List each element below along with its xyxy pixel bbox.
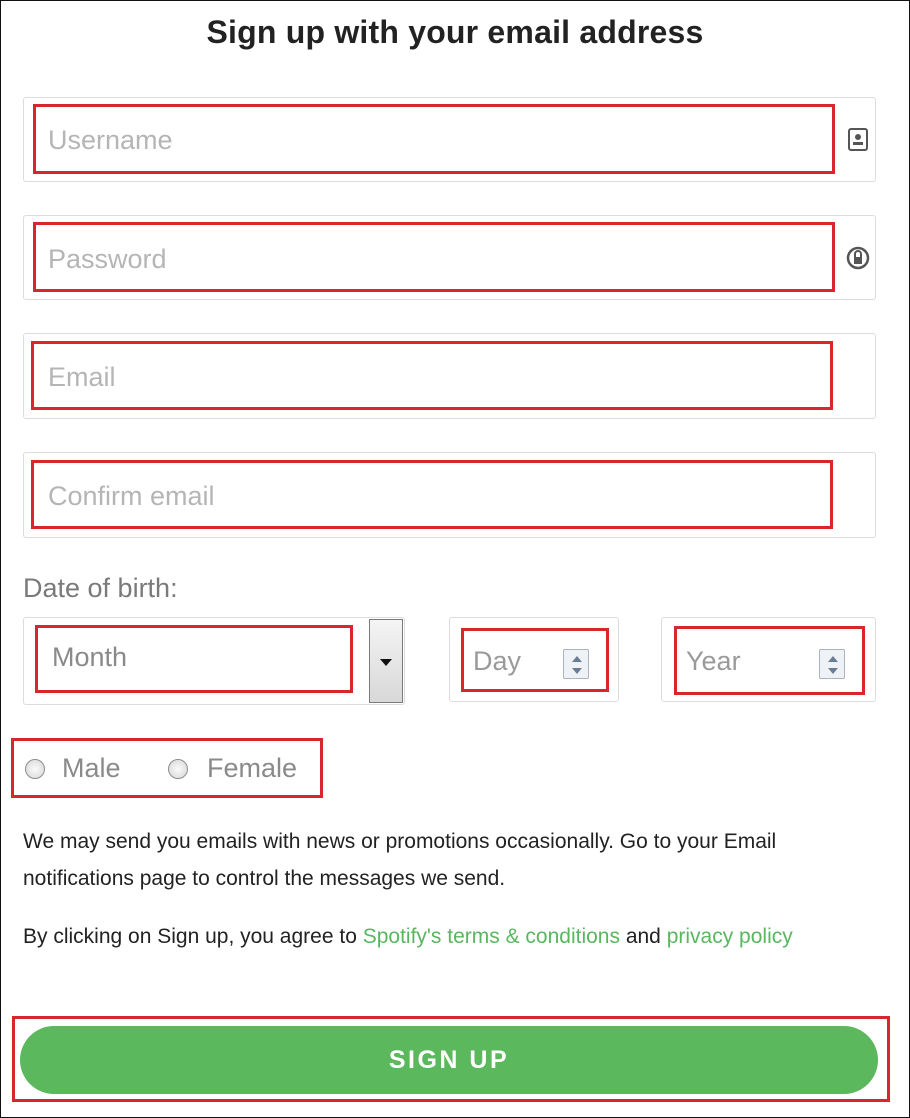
password-highlight bbox=[33, 222, 835, 292]
dob-label: Date of birth: bbox=[23, 573, 178, 603]
month-highlight bbox=[35, 625, 353, 693]
privacy-link[interactable]: privacy policy bbox=[667, 925, 793, 948]
gender-highlight bbox=[11, 738, 323, 798]
signup-highlight bbox=[12, 1016, 890, 1102]
day-highlight bbox=[461, 628, 609, 692]
page-title: Sign up with your email address bbox=[206, 14, 704, 50]
password-key-icon[interactable] bbox=[845, 245, 871, 271]
username-highlight bbox=[33, 104, 835, 174]
contact-card-icon[interactable] bbox=[845, 126, 871, 152]
email-notice-text: We may send you emails with news or prom… bbox=[23, 830, 777, 890]
terms-prefix: By clicking on Sign up, you agree to bbox=[23, 925, 363, 948]
email-highlight bbox=[31, 341, 833, 410]
year-highlight bbox=[674, 626, 865, 695]
month-dropdown-button[interactable] bbox=[369, 619, 403, 703]
confirm-email-highlight bbox=[31, 460, 833, 529]
terms-link[interactable]: Spotify's terms & conditions bbox=[363, 925, 620, 948]
dropdown-arrow-icon bbox=[380, 659, 392, 666]
terms-text: By clicking on Sign up, you agree to Spo… bbox=[23, 919, 883, 955]
terms-and: and bbox=[619, 925, 667, 948]
